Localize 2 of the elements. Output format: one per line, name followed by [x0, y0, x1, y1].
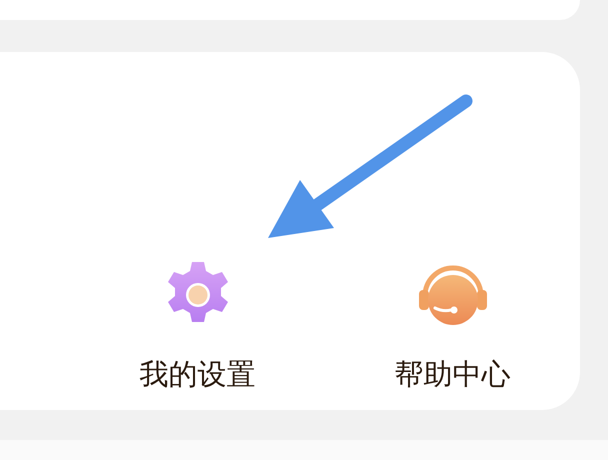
menu-label[interactable]: 我的设置 — [140, 356, 256, 392]
menu-label[interactable]: 帮助中心 — [394, 356, 510, 392]
